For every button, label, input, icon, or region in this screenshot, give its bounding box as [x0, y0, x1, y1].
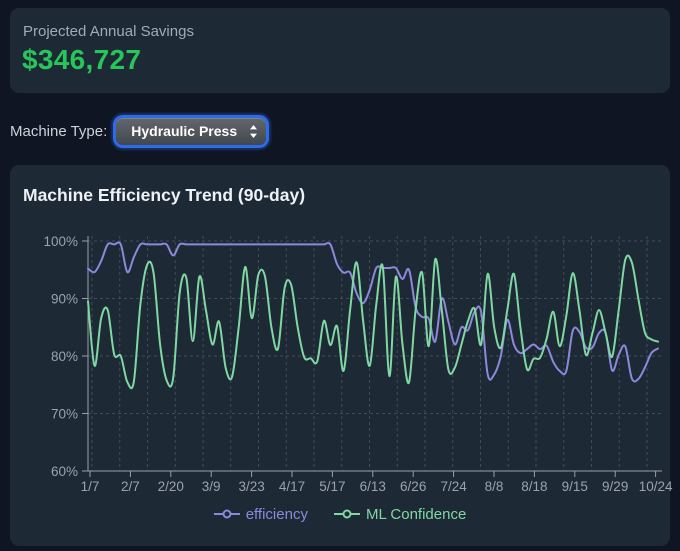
chart-card: Machine Efficiency Trend (90-day) 100% 90… [10, 165, 673, 546]
svg-text:9/15: 9/15 [562, 479, 588, 494]
svg-text:80%: 80% [51, 349, 78, 364]
svg-text:5/17: 5/17 [319, 479, 345, 494]
efficiency-trend-chart: 100% 90% 80% 70% 60%1/7 2/7 2/20 3/9 3/23 4/17 5/1… [43, 234, 673, 494]
svg-text:6/26: 6/26 [400, 479, 426, 494]
savings-label: Projected Annual Savings [23, 23, 194, 40]
svg-text:6/13: 6/13 [360, 479, 386, 494]
svg-text:7/24: 7/24 [440, 479, 467, 494]
savings-card: Projected Annual Savings $346,727 [10, 8, 670, 93]
chart-legend: efficiency ML Confidence [10, 503, 670, 525]
legend-label-ml-confidence: ML Confidence [365, 505, 467, 523]
svg-text:70%: 70% [51, 407, 78, 422]
ml-confidence-legend-line-icon [333, 509, 360, 519]
svg-text:8/8: 8/8 [485, 479, 504, 494]
svg-text:2/7: 2/7 [121, 479, 140, 494]
select-up-down-arrows-icon [250, 124, 258, 138]
svg-text:1/7: 1/7 [81, 479, 100, 494]
machine-type-row: Machine Type: Hydraulic Press [10, 115, 267, 147]
svg-text:60%: 60% [51, 464, 78, 479]
legend-item-ml-confidence: ML Confidence [333, 505, 467, 523]
savings-value: $346,727 [22, 44, 142, 75]
machine-type-label: Machine Type: [10, 122, 108, 140]
legend-item-efficiency: efficiency [213, 505, 308, 523]
machine-type-select[interactable]: Hydraulic Press [116, 117, 267, 145]
svg-text:4/17: 4/17 [279, 479, 305, 494]
svg-text:10/24: 10/24 [639, 479, 673, 494]
svg-text:100%: 100% [43, 234, 78, 249]
svg-text:9/29: 9/29 [602, 479, 628, 494]
chart-title: Machine Efficiency Trend (90-day) [23, 185, 306, 205]
svg-text:90%: 90% [51, 292, 78, 307]
machine-type-selected-value: Hydraulic Press [131, 123, 238, 139]
efficiency-legend-line-icon [213, 509, 240, 519]
legend-label-efficiency: efficiency [245, 505, 308, 523]
svg-text:3/23: 3/23 [238, 479, 264, 494]
svg-text:3/9: 3/9 [202, 479, 221, 494]
svg-text:8/18: 8/18 [521, 479, 547, 494]
svg-text:2/20: 2/20 [158, 479, 184, 494]
